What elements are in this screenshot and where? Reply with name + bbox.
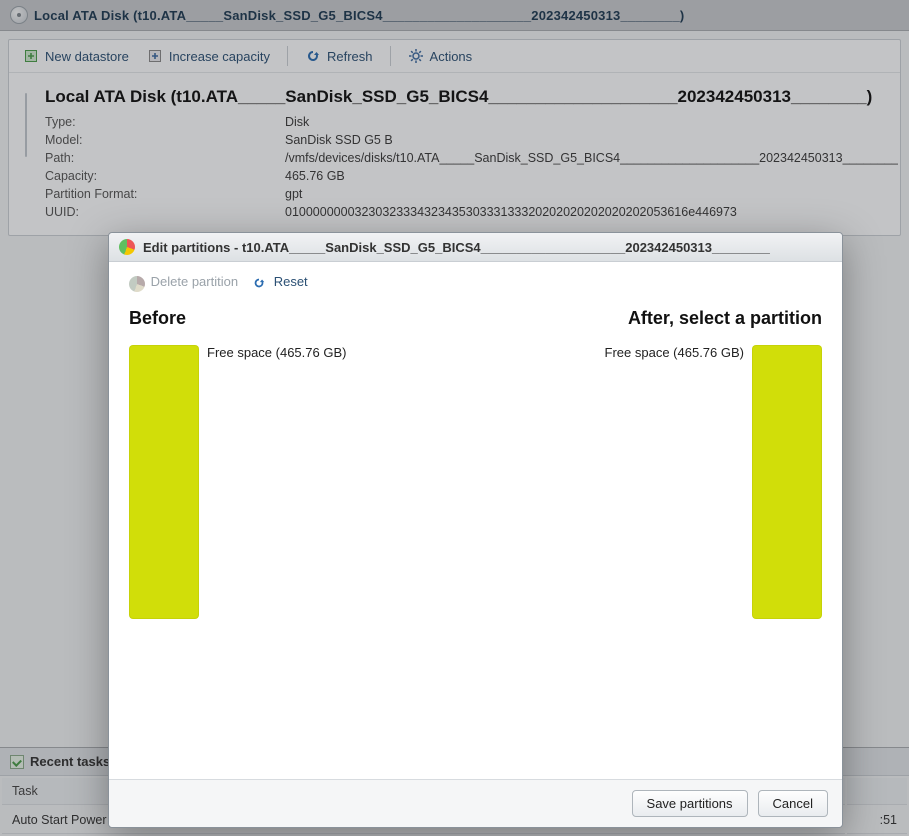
cancel-button[interactable]: Cancel [758,790,828,817]
dialog-footer: Save partitions Cancel [109,779,842,827]
save-partitions-button[interactable]: Save partitions [632,790,748,817]
dialog-titlebar[interactable]: Edit partitions - t10.ATA_____SanDisk_SS… [109,233,842,262]
before-heading: Before [129,308,471,329]
after-partition-label: Free space (465.76 GB) [605,345,744,360]
dialog-toolbar: Delete partition Reset [129,274,822,300]
delete-partition-icon [129,276,143,290]
before-partition-bar[interactable] [129,345,199,619]
reset-icon [252,276,266,290]
after-column: After, select a partition Free space (46… [481,300,823,769]
reset-button[interactable]: Reset [252,274,308,290]
delete-partition-button: Delete partition [129,274,238,290]
reset-label: Reset [274,274,308,289]
edit-partitions-dialog: Edit partitions - t10.ATA_____SanDisk_SS… [108,232,843,828]
partition-pie-icon [119,239,135,255]
dialog-title: Edit partitions - t10.ATA_____SanDisk_SS… [143,240,770,255]
before-partition-label: Free space (465.76 GB) [207,345,346,360]
before-column: Before Free space (465.76 GB) [129,300,471,769]
after-partition-bar[interactable] [752,345,822,619]
delete-partition-label: Delete partition [151,274,238,289]
after-heading: After, select a partition [481,308,823,329]
